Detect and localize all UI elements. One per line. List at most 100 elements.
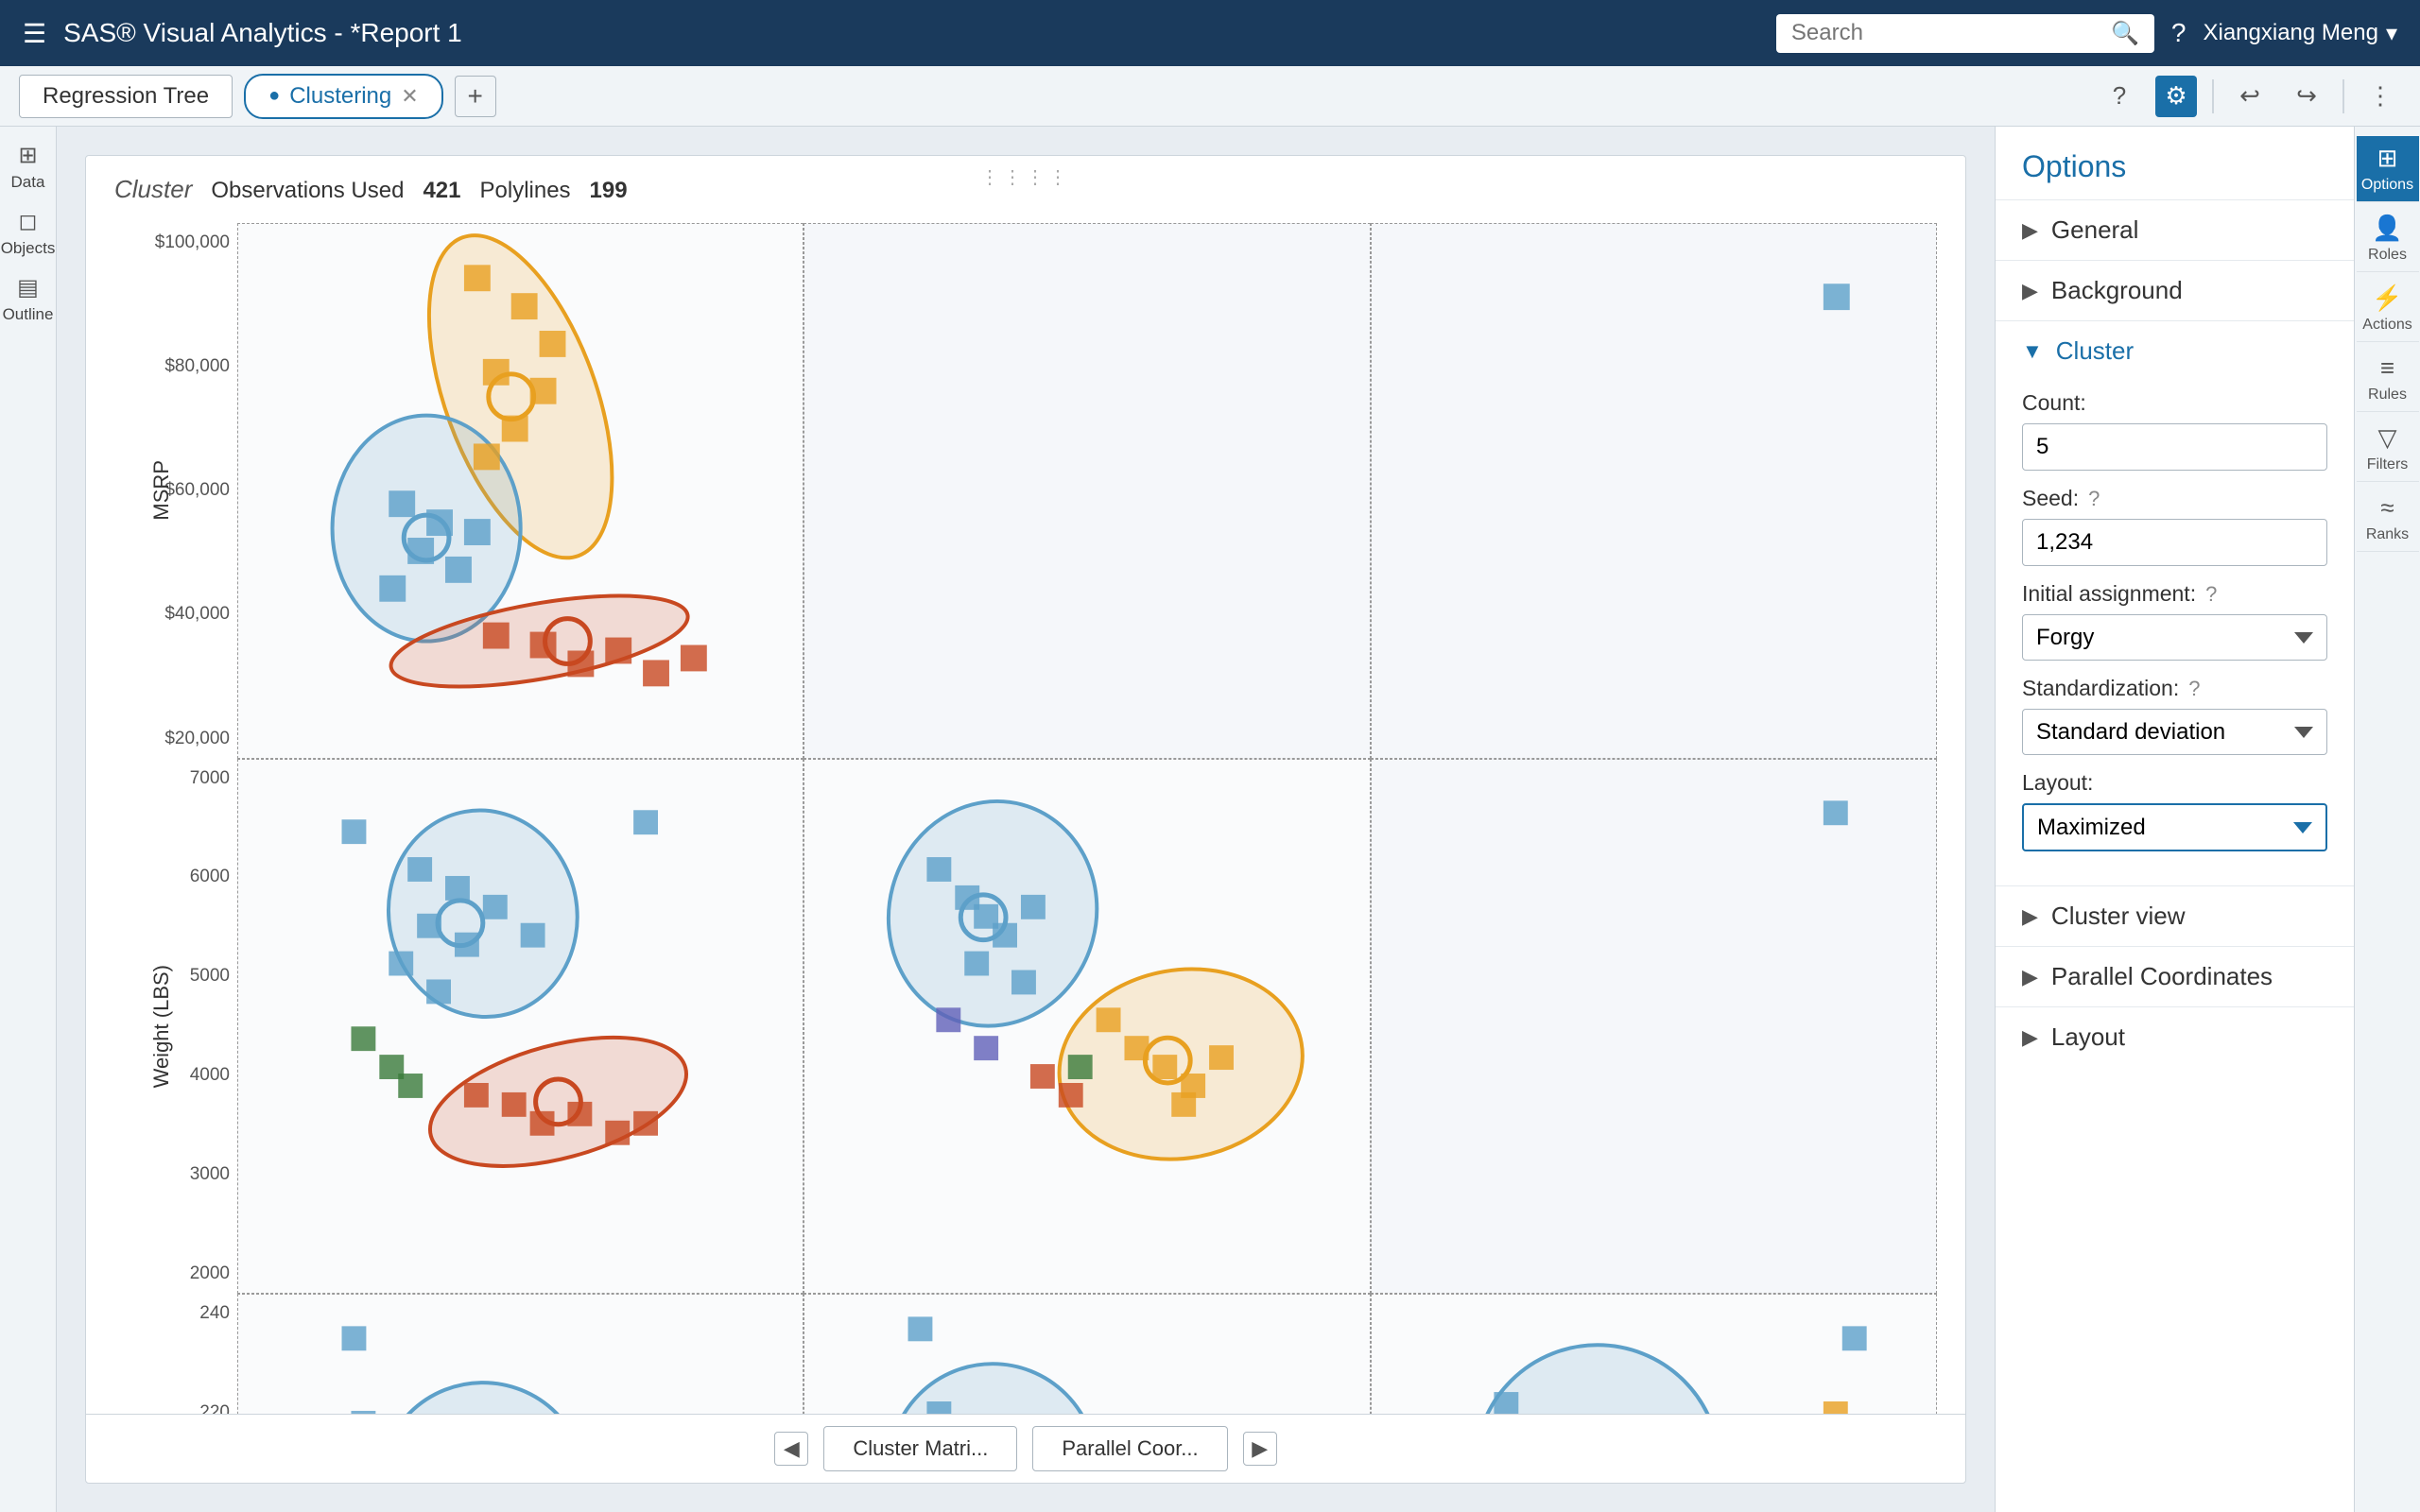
parallel-coords-tab[interactable]: Parallel Coor... [1032,1426,1227,1471]
right-sidebar-filters[interactable]: ▽ Filters [2357,416,2419,482]
scatter-cell-32[interactable] [804,1294,1370,1414]
right-sidebar-rules[interactable]: ≡ Rules [2357,346,2419,412]
background-section-header[interactable]: ▶ Background [1996,261,2354,320]
polylines-label: Polylines [480,178,571,204]
layout-select[interactable]: Maximized Default [2022,803,2327,851]
cluster-view-section-header[interactable]: ▶ Cluster view [1996,886,2354,946]
parallel-section-header[interactable]: ▶ Parallel Coordinates [1996,947,2354,1006]
seed-help-icon[interactable]: ? [2088,487,2100,511]
options-section-background: ▶ Background [1996,260,2354,320]
sidebar-item-outline[interactable]: ▤ Outline [2,268,55,329]
seed-input[interactable] [2022,519,2327,566]
separator [2212,79,2214,113]
standardization-help-icon[interactable]: ? [2188,677,2200,701]
topbar-icons: ? [2171,18,2187,48]
tab-add-button[interactable]: + [455,76,496,117]
scatter-cell-21[interactable] [237,759,804,1295]
y-ticks-weight: 7000 6000 5000 4000 3000 2000 [209,759,237,1295]
right-sidebar-roles[interactable]: 👤 Roles [2357,206,2419,272]
scatter-cell-11[interactable] [237,223,804,759]
help-button[interactable]: ? [2099,76,2140,117]
scatter-svg-33 [1372,1295,1936,1414]
actions-icon: ⚡ [2372,284,2402,313]
search-input[interactable] [1791,20,2101,46]
parallel-arrow: ▶ [2022,965,2038,989]
rules-icon-label: Rules [2368,387,2407,404]
redo-button[interactable]: ↪ [2286,76,2327,117]
menu-icon[interactable]: ☰ [23,18,46,49]
more-button[interactable]: ⋮ [2360,76,2401,117]
scatter-cell-13[interactable] [1371,223,1937,759]
search-box[interactable]: 🔍 [1776,14,2154,53]
right-sidebar-options[interactable]: ⊞ Options [2357,136,2419,202]
roles-icon-label: Roles [2368,247,2407,264]
sidebar-item-objects[interactable]: ◻ Objects [2,202,55,263]
layout-label: Layout: [2022,770,2327,796]
cluster-label: Cluster [114,175,192,204]
tab-regression-tree[interactable]: Regression Tree [19,75,233,118]
scatter-svg-11 [238,224,803,758]
tab-clustering-label: Clustering [289,83,391,110]
initial-assignment-select[interactable]: Forgy Random partition [2022,614,2327,661]
cluster-view-arrow: ▶ [2022,904,2038,929]
undo-button[interactable]: ↩ [2229,76,2271,117]
obs-label: Observations Used [211,178,404,204]
tab-close-icon[interactable]: ✕ [401,84,418,109]
cluster-arrow: ▼ [2022,339,2043,364]
scatter-svg-32 [804,1295,1369,1414]
options-panel: Options ▶ General ▶ Background ▼ Cluster… [1995,127,2354,1512]
search-icon[interactable]: 🔍 [2111,20,2139,47]
initial-assignment-label: Initial assignment: ? [2022,581,2327,607]
user-menu[interactable]: Xiangxiang Meng ▾ [2203,20,2397,47]
general-section-header[interactable]: ▶ General [1996,200,2354,260]
options-button[interactable]: ⚙ [2155,76,2197,117]
tab-clustering[interactable]: ● Clustering ✕ [244,74,443,119]
layout-section-header[interactable]: ▶ Layout [1996,1007,2354,1067]
right-sidebar-ranks[interactable]: ≈ Ranks [2357,486,2419,552]
scatter-cell-33[interactable] [1371,1294,1937,1414]
roles-icon: 👤 [2372,214,2402,243]
cluster-section-label: Cluster [2056,336,2134,366]
cluster-matrix-tab[interactable]: Cluster Matri... [823,1426,1017,1471]
sidebar-item-data[interactable]: ⊞ Data [2,136,55,197]
cluster-section-content: Count: Seed: ? Initial assignment: ? For… [1996,381,2354,885]
actions-icon-label: Actions [2362,317,2411,334]
standardization-label: Standardization: ? [2022,676,2327,701]
scatter-matrix: MSRP $100,000 $80,000 $60,000 $40,000 $2… [114,223,1937,1414]
scatter-cell-22[interactable] [804,759,1370,1295]
scatter-cell-23[interactable] [1371,759,1937,1295]
layout-label-section: Layout [2051,1022,2125,1052]
cluster-view-label: Cluster view [2051,902,2186,931]
ranks-icon: ≈ [2380,493,2394,523]
app-title: SAS® Visual Analytics - *Report 1 [63,18,1759,48]
initial-assignment-help-icon[interactable]: ? [2205,582,2217,607]
layout-arrow: ▶ [2022,1025,2038,1050]
prev-tab-button[interactable]: ◀ [774,1432,808,1466]
scatter-svg-13 [1372,224,1936,758]
user-chevron-icon: ▾ [2386,20,2397,47]
help-icon[interactable]: ? [2171,18,2187,48]
count-input[interactable] [2022,423,2327,471]
left-sidebar: ⊞ Data ◻ Objects ▤ Outline [0,127,57,1512]
scatter-cell-12[interactable] [804,223,1370,759]
background-arrow: ▶ [2022,279,2038,303]
scatter-cell-31[interactable] [237,1294,804,1414]
cluster-section-header[interactable]: ▼ Cluster [1996,321,2354,381]
data-icon: ⊞ [18,142,37,169]
bottom-tabs: ◀ Cluster Matri... Parallel Coor... ▶ [86,1414,1965,1483]
ranks-icon-label: Ranks [2366,526,2409,543]
y-ticks-length: 240 220 200 180 160 140 [209,1294,237,1414]
next-tab-button[interactable]: ▶ [1243,1432,1277,1466]
outline-icon: ▤ [17,274,39,301]
options-icon: ⊞ [2377,144,2398,173]
parallel-label: Parallel Coordinates [2051,962,2273,991]
right-sidebar-actions[interactable]: ⚡ Actions [2357,276,2419,342]
count-label: Count: [2022,390,2327,416]
chart-panel: ⋮⋮⋮⋮ Cluster Observations Used 421 Polyl… [85,155,1966,1484]
tabbar: Regression Tree ● Clustering ✕ + ? ⚙ ↩ ↪… [0,66,2420,127]
filters-icon-label: Filters [2367,456,2409,473]
options-section-cluster-view: ▶ Cluster view [1996,885,2354,946]
standardization-select[interactable]: Standard deviation None Range [2022,709,2327,755]
drag-handle[interactable]: ⋮⋮⋮⋮ [980,165,1071,189]
seed-label: Seed: ? [2022,486,2327,511]
